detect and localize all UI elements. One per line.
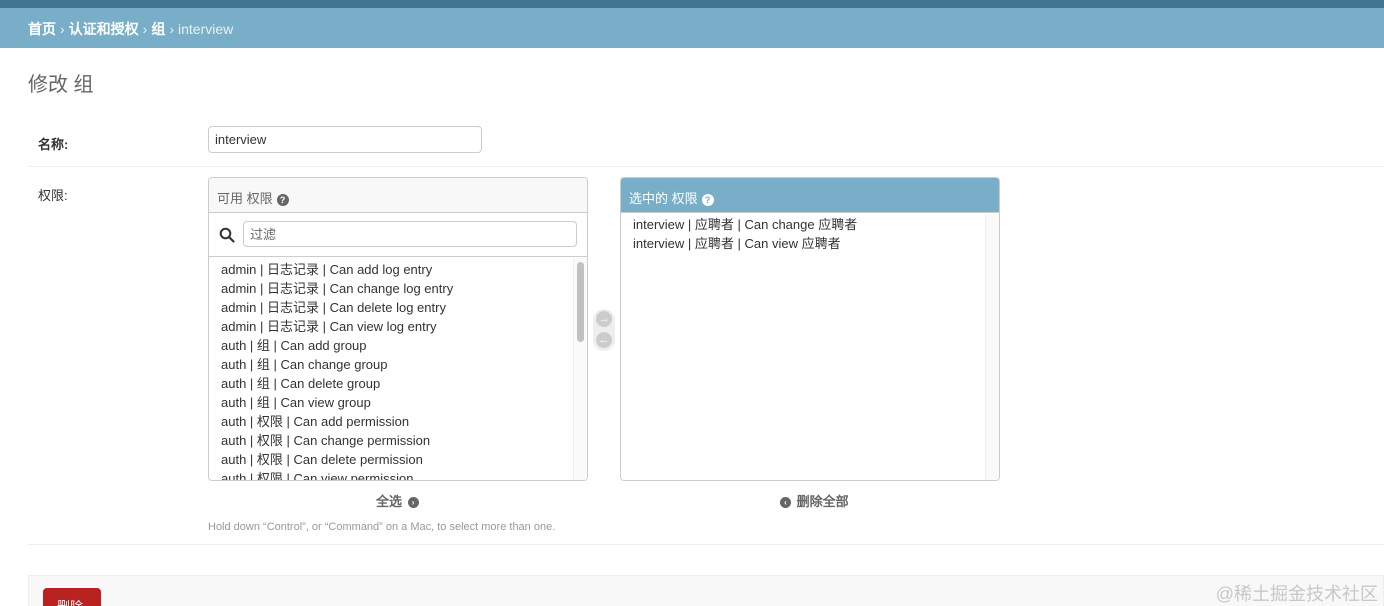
delete-button[interactable]: 删除 (43, 588, 101, 606)
list-item[interactable]: admin | 日志记录 | Can delete log entry (221, 298, 573, 317)
remove-all-button[interactable]: ‹ 删除全部 (778, 491, 849, 510)
list-item[interactable]: admin | 日志记录 | Can view log entry (221, 317, 573, 336)
watermark: @稀土掘金技术社区 (1215, 584, 1378, 604)
list-item[interactable]: auth | 组 | Can view group (221, 393, 573, 412)
chevron-left-icon: ‹ (780, 497, 791, 509)
available-permissions-box: 可用 权限? admin | 日志记录 | Can add log entrya… (208, 177, 588, 481)
page-title: 修改 组 (28, 74, 94, 96)
breadcrumb-separator: › (60, 21, 65, 37)
available-permissions-list[interactable]: admin | 日志记录 | Can add log entry admin | … (209, 258, 573, 480)
submit-row (28, 575, 1384, 606)
list-item[interactable]: auth | 权限 | Can change permission (221, 431, 573, 450)
name-label: 名称: (38, 137, 69, 152)
breadcrumb: 首页 › 认证和授权 › 组 › interview (0, 8, 1384, 48)
list-item[interactable]: auth | 权限 | Can add permission (221, 412, 573, 431)
remove-arrow-icon[interactable]: ← (596, 332, 612, 348)
list-item[interactable]: auth | 组 | Can add group (221, 336, 573, 355)
list-item[interactable]: auth | 组 | Can change group (221, 355, 573, 374)
question-icon[interactable]: ? (701, 193, 714, 206)
list-item[interactable]: interview | 应聘者 | Can change 应聘者 (633, 215, 985, 234)
list-item[interactable]: auth | 权限 | Can delete permission (221, 450, 573, 469)
question-icon[interactable]: ? (276, 193, 289, 206)
available-permissions-header: 可用 权限? (209, 178, 587, 213)
list-item[interactable]: auth | 组 | Can delete group (221, 374, 573, 393)
name-field[interactable] (208, 126, 482, 153)
search-icon (219, 227, 235, 243)
chosen-permissions-header: 选中的 权限? (621, 178, 999, 213)
scrollbar[interactable] (573, 258, 587, 480)
help-text: Hold down “Control”, or “Command” on a M… (208, 521, 556, 533)
choose-all-label: 全选 (376, 494, 403, 509)
breadcrumb-home[interactable]: 首页 (28, 21, 56, 37)
move-buttons: → ← (593, 309, 615, 351)
add-arrow-icon[interactable]: → (596, 311, 612, 327)
chosen-permissions-title: 选中的 权限 (629, 191, 698, 206)
breadcrumb-separator: › (169, 21, 175, 37)
chosen-permissions-box: 选中的 权限? interview | 应聘者 | Can change 应聘者… (620, 177, 1000, 481)
available-permissions-title: 可用 权限 (217, 191, 273, 206)
list-item[interactable]: interview | 应聘者 | Can view 应聘者 (633, 234, 985, 253)
scrollbar[interactable] (985, 214, 999, 480)
filter-input[interactable] (243, 221, 577, 247)
chevron-right-icon: › (407, 497, 419, 509)
list-item[interactable]: auth | 权限 | Can view permission (221, 469, 573, 480)
filter-row (209, 213, 587, 257)
list-item[interactable]: admin | 日志记录 | Can change log entry (221, 279, 573, 298)
top-header-bar (0, 0, 1384, 8)
choose-all-button[interactable]: 全选 › (376, 491, 421, 510)
breadcrumb-app[interactable]: 认证和授权 (69, 21, 139, 37)
breadcrumb-separator: › (142, 21, 148, 37)
form-row-divider (28, 166, 1384, 167)
breadcrumb-current: interview (178, 21, 234, 37)
list-item[interactable]: admin | 日志记录 | Can add log entry (221, 260, 573, 279)
scrollbar-thumb[interactable] (577, 262, 584, 342)
chosen-permissions-list[interactable]: interview | 应聘者 | Can change 应聘者 intervie… (621, 214, 985, 480)
breadcrumb-model[interactable]: 组 (151, 21, 165, 37)
form-row-divider (28, 544, 1384, 545)
permissions-label: 权限: (38, 188, 68, 203)
remove-all-label: 删除全部 (796, 494, 849, 509)
